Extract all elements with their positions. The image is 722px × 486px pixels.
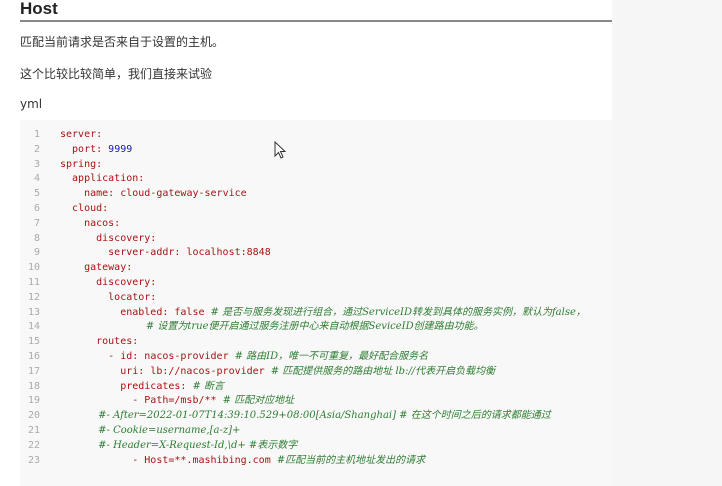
line-number: 21 <box>27 425 40 436</box>
code-token: predicates: <box>60 380 193 392</box>
code-token: # 是否与服务发现进行组合，通过ServiceID转发到具体的服务实例，默认为f… <box>210 306 586 318</box>
line-number: 6 <box>33 203 40 214</box>
code-token: locator: <box>60 291 157 303</box>
code-text: uri: lb://nacos-provider # 匹配提供服务的路由地址 l… <box>60 364 495 379</box>
code-token: # 路由ID，唯一不可重复，最好配合服务名 <box>234 351 429 362</box>
code-text: discovery: <box>60 275 156 290</box>
line-number: 14 <box>27 321 40 333</box>
line-number: 15 <box>27 336 40 348</box>
line-number: 19 <box>27 395 40 407</box>
code-token: #- Cookie=username,[a-z]+ <box>60 425 241 436</box>
code-text: - Path=/msb/** # 匹配对应地址 <box>60 393 294 408</box>
code-token: application: <box>60 173 145 185</box>
code-token: server-addr: <box>60 247 187 259</box>
code-token: #- After=2022-01-07T14:39:10.529+08:00[A… <box>60 410 551 422</box>
line-number: 3 <box>33 158 40 170</box>
code-text: cloud: <box>60 201 108 216</box>
line-number: 1 <box>33 129 40 140</box>
code-text: # 设置为true便开启通过服务注册中心来自动根据SeviceID创建路由功能。 <box>60 319 484 334</box>
line-number: 12 <box>27 291 40 303</box>
line-number: 20 <box>27 410 40 422</box>
code-text: enabled: false # 是否与服务发现进行组合，通过ServiceID… <box>60 305 586 320</box>
code-token: #匹配当前的主机地址发出的请求 <box>276 454 426 466</box>
line-number: 9 <box>33 247 40 259</box>
line-number: 2 <box>33 143 40 155</box>
code-token: port: <box>60 143 109 155</box>
line-number: 13 <box>27 306 40 318</box>
code-token: # 匹配提供服务的路由地址 lb://代表开启负载均衡 <box>270 365 496 377</box>
code-token: - Host=**.mashibing.com <box>60 454 277 466</box>
line-number: 7 <box>33 217 40 229</box>
code-text: server-addr: localhost:8848 <box>60 245 271 260</box>
code-text: - id: nacos-provider # 路由ID，唯一不可重复，最好配合服… <box>60 349 428 364</box>
line-number: 11 <box>27 277 40 288</box>
code-token: nacos-provider <box>144 351 235 362</box>
mouse-pointer-icon <box>274 141 286 159</box>
code-token: server: <box>60 129 103 140</box>
code-token: enabled: <box>60 306 175 318</box>
code-token: # 设置为true便开启通过服务注册中心来自动根据SeviceID创建路由功能。 <box>60 321 484 333</box>
code-text: name: cloud-gateway-service <box>60 186 247 201</box>
code-text: routes: <box>60 334 138 349</box>
code-text: spring: <box>60 157 102 172</box>
code-text: #- Cookie=username,[a-z]+ <box>60 423 240 438</box>
code-token: nacos: <box>60 217 121 229</box>
line-number: 23 <box>27 454 40 466</box>
code-token: discovery: <box>60 232 157 244</box>
code-token: - id: <box>60 351 145 362</box>
code-text: port: 9999 <box>60 142 132 157</box>
code-text: discovery: <box>60 231 156 246</box>
code-token: - Path=/msb/** <box>60 395 223 407</box>
code-language-label: yml <box>20 97 43 111</box>
code-text: application: <box>60 171 144 186</box>
code-token: # 匹配对应地址 <box>222 395 295 407</box>
code-text: - Host=**.mashibing.com #匹配当前的主机地址发出的请求 <box>60 453 425 468</box>
side-panel <box>612 0 722 486</box>
code-text: server: <box>60 127 102 142</box>
code-text: gateway: <box>60 260 132 275</box>
code-block[interactable]: 1 server: 2 port: 9999 3 spring: 4 applicatio… <box>20 120 612 486</box>
line-number: 22 <box>27 439 40 451</box>
code-text: #- After=2022-01-07T14:39:10.529+08:00[A… <box>60 408 551 423</box>
code-text: nacos: <box>60 216 120 231</box>
code-text: locator: <box>60 290 156 305</box>
code-text: predicates: # 断言 <box>60 379 224 394</box>
code-token: routes: <box>60 336 139 348</box>
code-token: # 断言 <box>192 380 225 392</box>
description-text: 匹配当前请求是否来自于设置的主机。 <box>20 35 225 49</box>
line-number: 10 <box>27 262 40 274</box>
line-number: 17 <box>27 365 40 377</box>
code-text: #- Header=X-Request-Id,\d+ #表示数字 <box>60 438 297 453</box>
code-token: false <box>174 306 211 318</box>
code-token: lb://nacos-provider <box>150 365 271 377</box>
code-token: localhost:8848 <box>186 247 271 259</box>
line-number: 18 <box>27 380 40 392</box>
line-number: 4 <box>33 173 40 185</box>
code-token: #- Header=X-Request-Id,\d+ #表示数字 <box>60 439 298 451</box>
code-token: uri: <box>60 365 151 377</box>
code-token: discovery: <box>60 277 157 288</box>
code-token: cloud: <box>60 203 109 214</box>
code-token: 9999 <box>108 143 133 155</box>
line-number: 16 <box>27 351 40 362</box>
section-heading: Host <box>20 0 612 22</box>
description-text: 这个比较比较简单，我们直接来试验 <box>20 67 213 81</box>
line-number: 5 <box>33 188 40 200</box>
line-number: 8 <box>33 232 40 244</box>
code-token: spring: <box>60 158 103 170</box>
code-token: gateway: <box>60 262 133 274</box>
page-title: Host <box>20 0 58 18</box>
code-token: cloud-gateway-service <box>120 188 247 200</box>
code-token: name: <box>60 188 121 200</box>
